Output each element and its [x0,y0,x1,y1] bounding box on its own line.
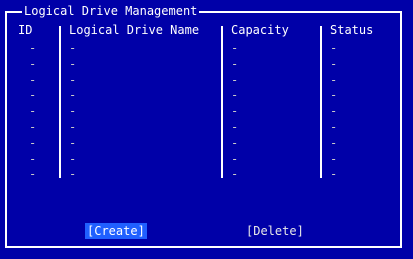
column-header-capacity: Capacity [231,23,289,37]
status-column: --------- [330,41,337,183]
drive-id-cell: - [29,72,37,87]
delete-button[interactable]: [Delete] [244,223,306,239]
drive-capacity-cell: - [231,167,239,182]
drive-name-cell: - [69,56,77,71]
drive-id-cell: - [29,56,37,71]
drive-name-cell: - [69,72,77,87]
drive-capacity-cell: - [231,151,239,166]
drive-capacity-cell: - [231,104,239,119]
column-separator [59,26,61,178]
capacity-column: --------- [231,41,238,183]
drive-name-cell: - [69,88,77,103]
drive-name-cell: - [69,41,77,55]
drive-status-cell: - [330,119,338,134]
drive-capacity-cell: - [231,135,239,150]
drive-status-cell: - [330,151,338,166]
create-button[interactable]: [Create] [85,223,147,239]
drive-id-cell: - [29,41,37,55]
drive-capacity-cell: - [231,56,239,71]
column-header-id: ID [18,23,33,37]
column-separator [320,26,322,178]
drive-name-cell: - [69,135,77,150]
drive-status-cell: - [330,88,338,103]
drive-id-cell: - [29,135,37,150]
drive-status-cell: - [330,135,338,150]
drive-status-cell: - [330,41,338,55]
drive-capacity-cell: - [231,88,239,103]
bios-screen: Logical Drive Management ID Logical Driv… [0,0,413,259]
id-column: --------- [29,41,36,183]
logical-drive-panel [5,11,402,248]
drive-id-cell: - [29,119,37,134]
name-column: --------- [69,41,76,183]
drive-name-cell: - [69,151,77,166]
column-header-name: Logical Drive Name [69,23,200,37]
drive-id-cell: - [29,104,37,119]
panel-title: Logical Drive Management [22,4,200,18]
column-header-status: Status [330,23,374,37]
drive-status-cell: - [330,167,338,182]
drive-capacity-cell: - [231,41,239,55]
drive-id-cell: - [29,151,37,166]
drive-name-cell: - [69,167,77,182]
drive-status-cell: - [330,104,338,119]
drive-name-cell: - [69,104,77,119]
drive-id-cell: - [29,88,37,103]
drive-status-cell: - [330,72,338,87]
column-separator [221,26,223,178]
drive-capacity-cell: - [231,119,239,134]
drive-status-cell: - [330,56,338,71]
drive-name-cell: - [69,119,77,134]
drive-id-cell: - [29,167,37,182]
drive-capacity-cell: - [231,72,239,87]
